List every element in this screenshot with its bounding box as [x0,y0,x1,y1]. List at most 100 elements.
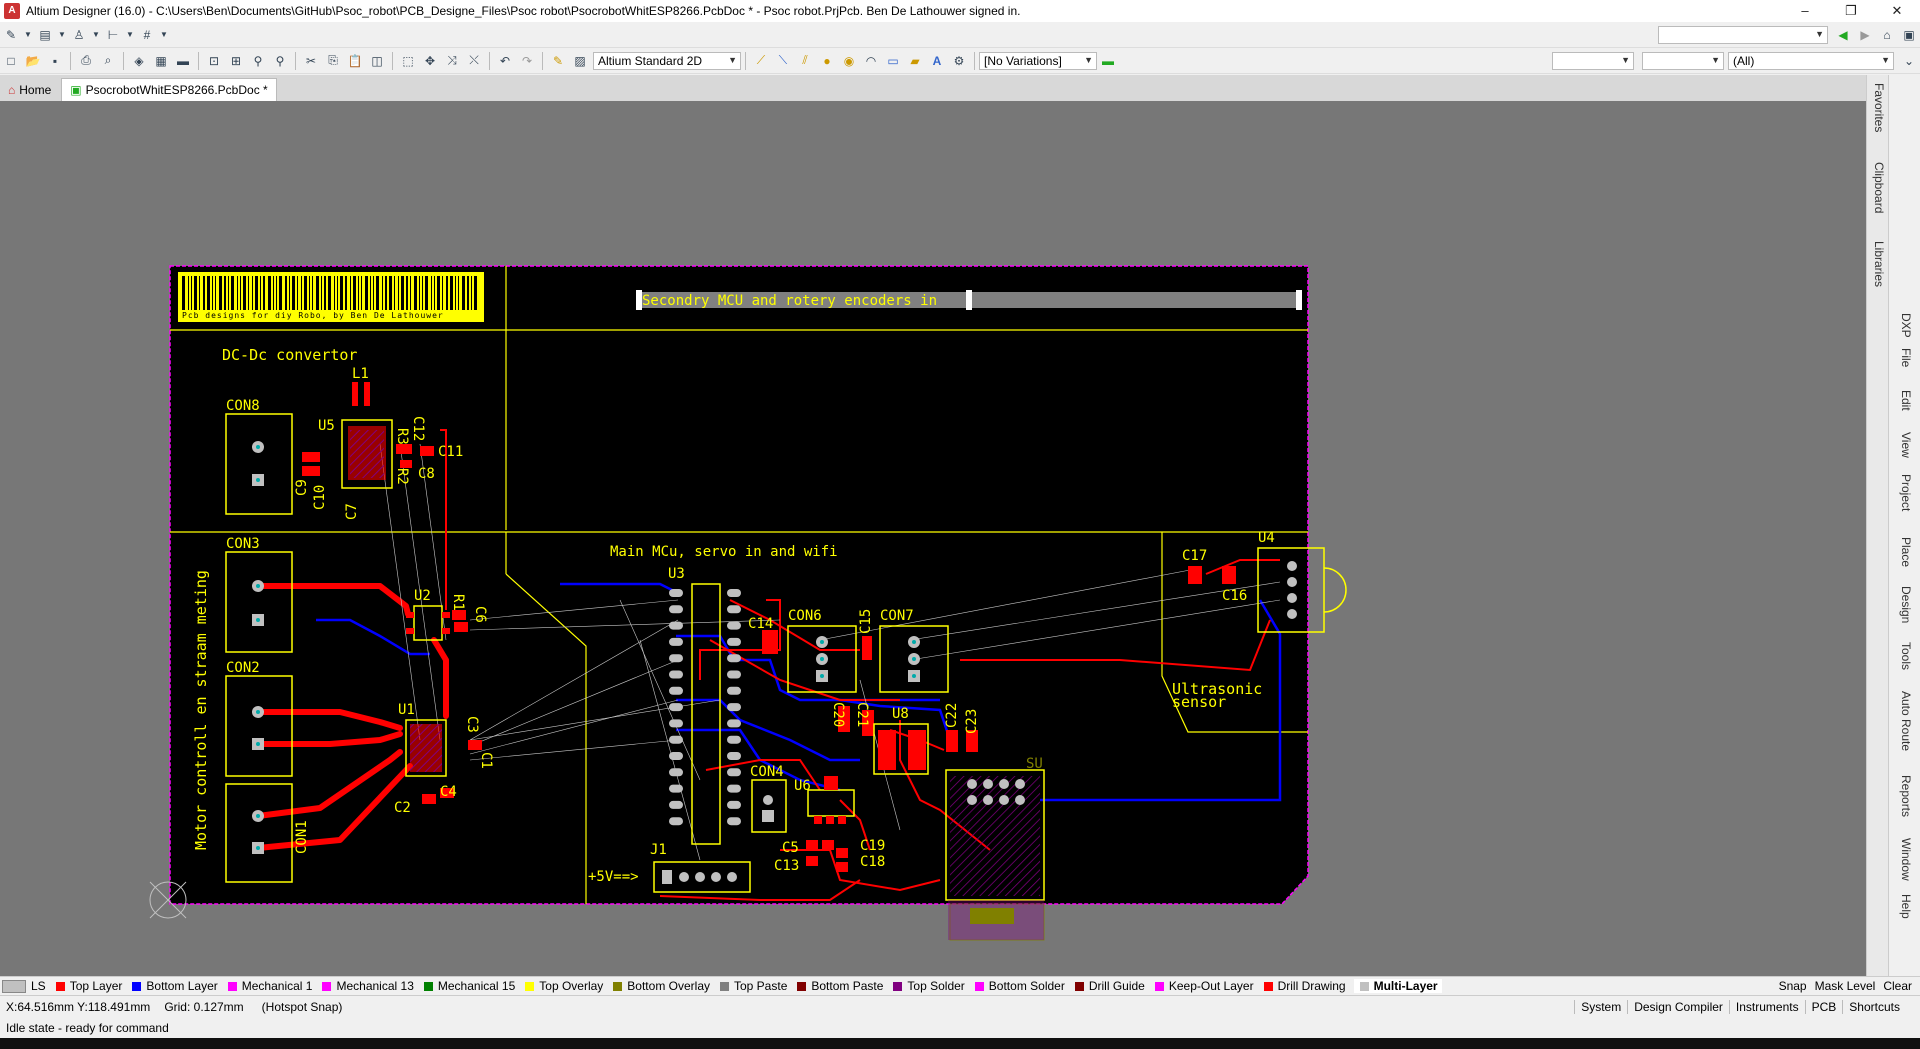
document-icon[interactable]: ▤ [36,26,54,44]
filter-all-select[interactable]: (All) ▼ [1728,51,1894,70]
status-panel-instruments[interactable]: Instruments [1728,1000,1805,1014]
menu-panel-window[interactable]: Window [1899,838,1913,881]
menu-panel-place[interactable]: Place [1899,537,1913,567]
toolbar-overflow-icon[interactable]: ⌄ [1900,52,1918,70]
clear-button[interactable]: Clear [1883,979,1912,993]
layer-tab-multi-layer[interactable]: Multi-Layer [1353,979,1442,993]
menu-panel-dxp[interactable]: DXP [1899,313,1913,338]
layer-tab-drill-guide[interactable]: Drill Guide [1073,979,1145,993]
mask-level-button[interactable]: Mask Level [1815,979,1876,993]
dropdown-arrow-icon[interactable]: ▼ [92,26,100,44]
save-icon[interactable]: ▪ [46,52,64,70]
dropdown-arrow-icon[interactable]: ▼ [126,26,134,44]
open-icon[interactable]: 📂 [24,52,42,70]
move-icon[interactable]: ✥ [421,52,439,70]
pcb-workspace[interactable]: Pcb designs for diy Robo, by Ben De Lath… [0,101,1866,976]
menu-panel-tools[interactable]: Tools [1899,642,1913,670]
rubber-stamp-icon[interactable]: ◫ [368,52,386,70]
menu-panel-view[interactable]: View [1899,432,1913,458]
side-panel-libraries[interactable]: Libraries [1872,241,1886,287]
paste-icon[interactable]: 📋 [346,52,364,70]
pad-icon[interactable]: ◉ [840,52,858,70]
component-icon[interactable]: ♙ [70,26,88,44]
home-icon[interactable]: ⌂ [1878,26,1896,44]
layers-icon[interactable]: ◈ [130,52,148,70]
menu-panel-project[interactable]: Project [1899,474,1913,511]
status-panel-system[interactable]: System [1574,1000,1627,1014]
menu-panel-auto-route[interactable]: Auto Route [1899,691,1913,751]
new-icon[interactable]: □ [2,52,20,70]
polygon-icon[interactable]: ▰ [906,52,924,70]
snap-toggle[interactable]: Snap [1779,979,1807,993]
fill-icon[interactable]: ▭ [884,52,902,70]
status-panel-design-compiler[interactable]: Design Compiler [1627,1000,1729,1014]
layer-tab-ls[interactable]: LS [0,979,46,993]
dropdown-arrow-icon[interactable]: ▼ [24,26,32,44]
wizard-icon[interactable]: ✎ [2,26,20,44]
layer-tab-drill-drawing[interactable]: Drill Drawing [1262,979,1346,993]
menu-panel-help[interactable]: Help [1899,894,1913,919]
address-combo[interactable]: ▼ [1658,25,1828,44]
undo-icon[interactable]: ↶ [496,52,514,70]
board-icon[interactable]: ▬ [1099,52,1117,70]
dropdown-arrow-icon[interactable]: ▼ [160,26,168,44]
layer-tab-mechanical-15[interactable]: Mechanical 15 [422,979,515,993]
layer-tab-bottom-layer[interactable]: Bottom Layer [130,979,218,993]
filter-combo-2[interactable]: ▼ [1642,51,1724,70]
view-mode-select[interactable]: Altium Standard 2D ▼ [593,51,741,70]
layer-tab-bottom-solder[interactable]: Bottom Solder [973,979,1065,993]
variations-select[interactable]: [No Variations] ▼ [979,51,1097,70]
menu-panel-design[interactable]: Design [1899,586,1913,623]
select-area-icon[interactable]: ⬚ [399,52,417,70]
zoom-selected-icon[interactable]: ⚲ [249,52,267,70]
copy-icon[interactable]: ⎘ [324,52,342,70]
close-button[interactable]: ✕ [1874,0,1920,22]
menu-panel-file[interactable]: File [1899,348,1913,367]
menu-panel-reports[interactable]: Reports [1899,775,1913,817]
panel-icon[interactable]: ▣ [1900,26,1918,44]
layer-tab-top-overlay[interactable]: Top Overlay [523,979,603,993]
side-panel-favorites[interactable]: Favorites [1872,83,1886,132]
status-panel-shortcuts[interactable]: Shortcuts [1842,1000,1906,1014]
layer-tab-keep-out-layer[interactable]: Keep-Out Layer [1153,979,1254,993]
grid-icon[interactable]: # [138,26,156,44]
forward-icon[interactable]: ▶ [1856,26,1874,44]
arc-icon[interactable]: ◠ [862,52,880,70]
string-icon[interactable]: A [928,52,946,70]
multi-route-icon[interactable]: ⫽ [796,52,814,70]
zoom-filter-icon[interactable]: ⚲ [271,52,289,70]
diff-pair-icon[interactable]: ⟍ [774,52,792,70]
redo-icon[interactable]: ↷ [518,52,536,70]
component-place-icon[interactable]: ⚙ [950,52,968,70]
cut-icon[interactable]: ✂ [302,52,320,70]
open-project-icon[interactable]: ▦ [152,52,170,70]
folder-icon[interactable]: ▬ [174,52,192,70]
cross-select-icon[interactable]: ⤨ [443,52,461,70]
pcb-canvas[interactable]: Pcb designs for diy Robo, by Ben De Lath… [0,101,1866,976]
print-icon[interactable]: ⎙ [77,52,95,70]
filter-combo-1[interactable]: ▼ [1552,51,1634,70]
zoom-fit-icon[interactable]: ⊡ [205,52,223,70]
layer-tab-top-layer[interactable]: Top Layer [54,979,122,993]
layer-tab-top-solder[interactable]: Top Solder [891,979,965,993]
interactive-route-icon[interactable]: ⟋ [752,52,770,70]
layer-tab-bottom-paste[interactable]: Bottom Paste [795,979,883,993]
tab-home[interactable]: ⌂ Home [0,79,60,101]
menu-panel-edit[interactable]: Edit [1899,390,1913,411]
side-panel-clipboard[interactable]: Clipboard [1872,162,1886,213]
deselect-icon[interactable]: ⤬ [465,52,483,70]
layer-tab-top-paste[interactable]: Top Paste [718,979,787,993]
layer-tab-bottom-overlay[interactable]: Bottom Overlay [611,979,710,993]
maximize-button[interactable]: ❐ [1828,0,1874,22]
status-panel-pcb[interactable]: PCB [1804,1000,1843,1014]
back-icon[interactable]: ◀ [1834,26,1852,44]
tab-pcb-document[interactable]: ▣ PsocrobotWhitESP8266.PcbDoc * [61,78,277,101]
highlight-icon[interactable]: ✎ [549,52,567,70]
layer-tab-mechanical-13[interactable]: Mechanical 13 [320,979,414,993]
layer-tab-mechanical-1[interactable]: Mechanical 1 [226,979,312,993]
via-icon[interactable]: ● [818,52,836,70]
view-config-icon[interactable]: ▨ [571,52,589,70]
print-preview-icon[interactable]: ⌕ [99,52,117,70]
minimize-button[interactable]: – [1782,0,1828,22]
zoom-area-icon[interactable]: ⊞ [227,52,245,70]
